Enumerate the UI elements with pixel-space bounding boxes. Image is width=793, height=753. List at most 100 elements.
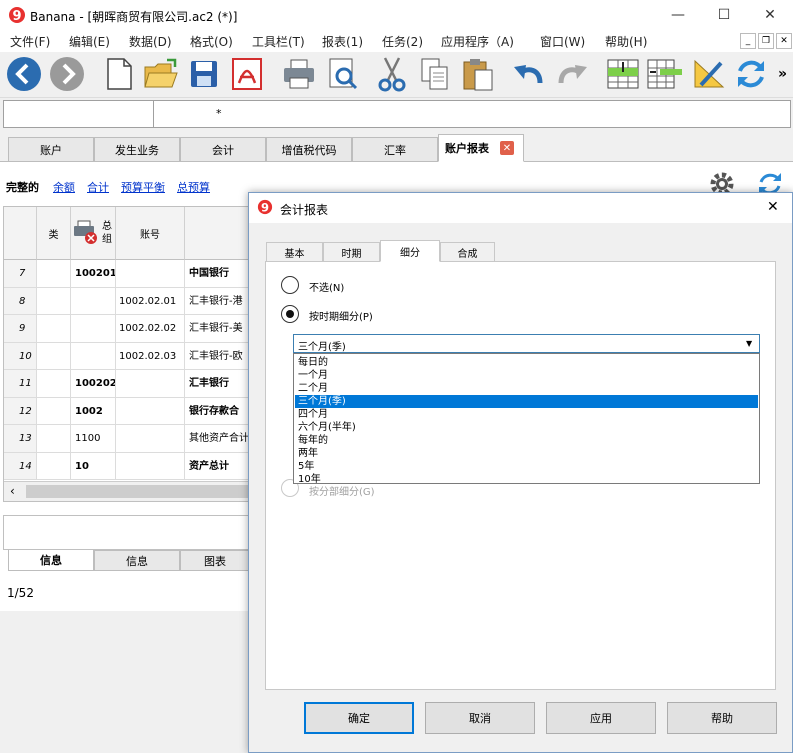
pdf-icon[interactable] <box>228 55 266 93</box>
cell-content-field[interactable]: * <box>216 107 222 120</box>
dropdown-option[interactable]: 每日的 <box>295 356 758 369</box>
menu-tasks[interactable]: 任务(2) <box>382 33 423 50</box>
close-button[interactable]: ✕ <box>747 0 793 30</box>
bottom-tab-messages[interactable]: 信息 <box>94 550 180 571</box>
view-balance[interactable]: 余额 <box>53 179 75 195</box>
view-complete[interactable]: 完整的 <box>6 179 39 195</box>
dialog-tab-consolidation[interactable]: 合成 <box>440 242 495 262</box>
cell-account[interactable] <box>116 397 185 425</box>
tab-transactions[interactable]: 发生业务 <box>94 137 180 162</box>
dropdown-option[interactable]: 三个月(季) <box>294 394 759 409</box>
cell-description[interactable]: 汇丰银行-美 <box>185 315 254 343</box>
bottom-tab-chart[interactable]: 图表 <box>180 550 250 571</box>
cell-type[interactable] <box>37 370 71 398</box>
dialog-tab-basic[interactable]: 基本 <box>266 242 323 262</box>
apply-button[interactable]: 应用 <box>546 702 656 734</box>
dropdown-option[interactable]: 两年 <box>295 447 758 460</box>
dialog-tab-subdivision[interactable]: 细分 <box>380 240 440 262</box>
print-preview-icon[interactable] <box>324 55 362 93</box>
menu-format[interactable]: 格式(O) <box>190 33 233 50</box>
ok-button[interactable]: 确定 <box>304 702 414 734</box>
open-folder-icon[interactable] <box>142 55 180 93</box>
cell-account[interactable]: 1002.02.02 <box>116 315 185 343</box>
menu-window[interactable]: 窗口(W) <box>540 33 585 50</box>
period-combo[interactable]: 三个月(季) ▼ <box>293 334 760 353</box>
cell-description[interactable]: 中国银行 <box>185 260 254 288</box>
column-header-description[interactable] <box>185 207 254 260</box>
column-header-account[interactable]: 账号 <box>116 207 185 260</box>
cell-group[interactable] <box>71 342 116 370</box>
cell-description[interactable]: 汇丰银行 <box>185 370 254 398</box>
undo-icon[interactable] <box>510 55 548 93</box>
scroll-left-icon[interactable]: ‹ <box>10 484 15 498</box>
cell-type[interactable] <box>37 452 71 480</box>
cell-type[interactable] <box>37 397 71 425</box>
scrollbar-thumb[interactable] <box>26 485 252 498</box>
menu-apps[interactable]: 应用程序（A) <box>441 33 514 50</box>
bottom-tab-info[interactable]: 信息 <box>8 550 94 571</box>
mdi-minimize-button[interactable]: _ <box>740 33 756 49</box>
cancel-button[interactable]: 取消 <box>425 702 535 734</box>
tab-account-report[interactable]: 账户报表 ✕ <box>438 134 524 162</box>
tab-accounts[interactable]: 账户 <box>8 137 94 162</box>
cell-group[interactable]: 1100 <box>71 425 116 453</box>
cell-description[interactable]: 其他资产合计 <box>185 425 254 453</box>
dropdown-option[interactable]: 一个月 <box>295 369 758 382</box>
recalculate-icon[interactable] <box>732 55 770 93</box>
dropdown-option[interactable]: 每年的 <box>295 434 758 447</box>
maximize-button[interactable]: ☐ <box>701 0 747 30</box>
horizontal-scrollbar[interactable]: ‹ <box>4 481 252 501</box>
cell-type[interactable] <box>37 425 71 453</box>
close-tab-icon[interactable]: ✕ <box>500 141 514 155</box>
menu-toolbar[interactable]: 工具栏(T) <box>252 33 305 50</box>
mdi-restore-button[interactable]: ❐ <box>758 33 774 49</box>
cell-type[interactable] <box>37 260 71 288</box>
print-icon[interactable] <box>280 55 318 93</box>
cell-reference-field[interactable] <box>4 101 154 127</box>
cell-description[interactable]: 汇丰银行-港 <box>185 287 254 315</box>
edit-tools-icon[interactable] <box>690 55 728 93</box>
cell-group[interactable] <box>71 315 116 343</box>
dialog-tab-period[interactable]: 时期 <box>323 242 380 262</box>
tab-vat-codes[interactable]: 增值税代码 <box>266 137 352 162</box>
forward-icon[interactable] <box>48 55 86 93</box>
tab-exchange-rates[interactable]: 汇率 <box>352 137 438 162</box>
dropdown-option[interactable]: 六个月(半年) <box>295 421 758 434</box>
dropdown-option[interactable]: 二个月 <box>295 382 758 395</box>
help-button[interactable]: 帮助 <box>667 702 777 734</box>
cell-description[interactable]: 资产总计 <box>185 452 254 480</box>
column-header-type[interactable]: 类 <box>37 207 71 260</box>
dialog-close-button[interactable]: ✕ <box>767 199 779 215</box>
menu-reports[interactable]: 报表(1) <box>322 33 363 50</box>
dropdown-option[interactable]: 10年 <box>295 473 758 486</box>
new-file-icon[interactable] <box>100 55 138 93</box>
cell-group[interactable]: 100202 <box>71 370 116 398</box>
minimize-button[interactable]: — <box>655 0 701 30</box>
mdi-close-button[interactable]: ✕ <box>776 33 792 49</box>
menu-data[interactable]: 数据(D) <box>129 33 172 50</box>
cell-account[interactable] <box>116 425 185 453</box>
view-budget-balance[interactable]: 预算平衡 <box>121 179 165 195</box>
dropdown-option[interactable]: 四个月 <box>295 408 758 421</box>
radio-by-period[interactable] <box>281 305 299 323</box>
menu-file[interactable]: 文件(F) <box>10 33 50 50</box>
menu-help[interactable]: 帮助(H) <box>605 33 647 50</box>
insert-row-icon[interactable] <box>604 55 642 93</box>
delete-row-icon[interactable] <box>646 55 684 93</box>
cell-group[interactable]: 1002 <box>71 397 116 425</box>
copy-icon[interactable] <box>416 55 454 93</box>
cell-account[interactable]: 1002.02.03 <box>116 342 185 370</box>
cell-group[interactable]: 10 <box>71 452 116 480</box>
save-icon[interactable] <box>185 55 223 93</box>
cell-account[interactable]: 1002.02.01 <box>116 287 185 315</box>
cell-account[interactable] <box>116 452 185 480</box>
tab-accounting[interactable]: 会计 <box>180 137 266 162</box>
cell-type[interactable] <box>37 315 71 343</box>
view-totals[interactable]: 合计 <box>87 179 109 195</box>
menu-edit[interactable]: 编辑(E) <box>69 33 110 50</box>
cell-group[interactable]: 100201 <box>71 260 116 288</box>
paste-icon[interactable] <box>459 55 497 93</box>
cell-account[interactable] <box>116 260 185 288</box>
redo-icon[interactable] <box>553 55 591 93</box>
cell-account[interactable] <box>116 370 185 398</box>
